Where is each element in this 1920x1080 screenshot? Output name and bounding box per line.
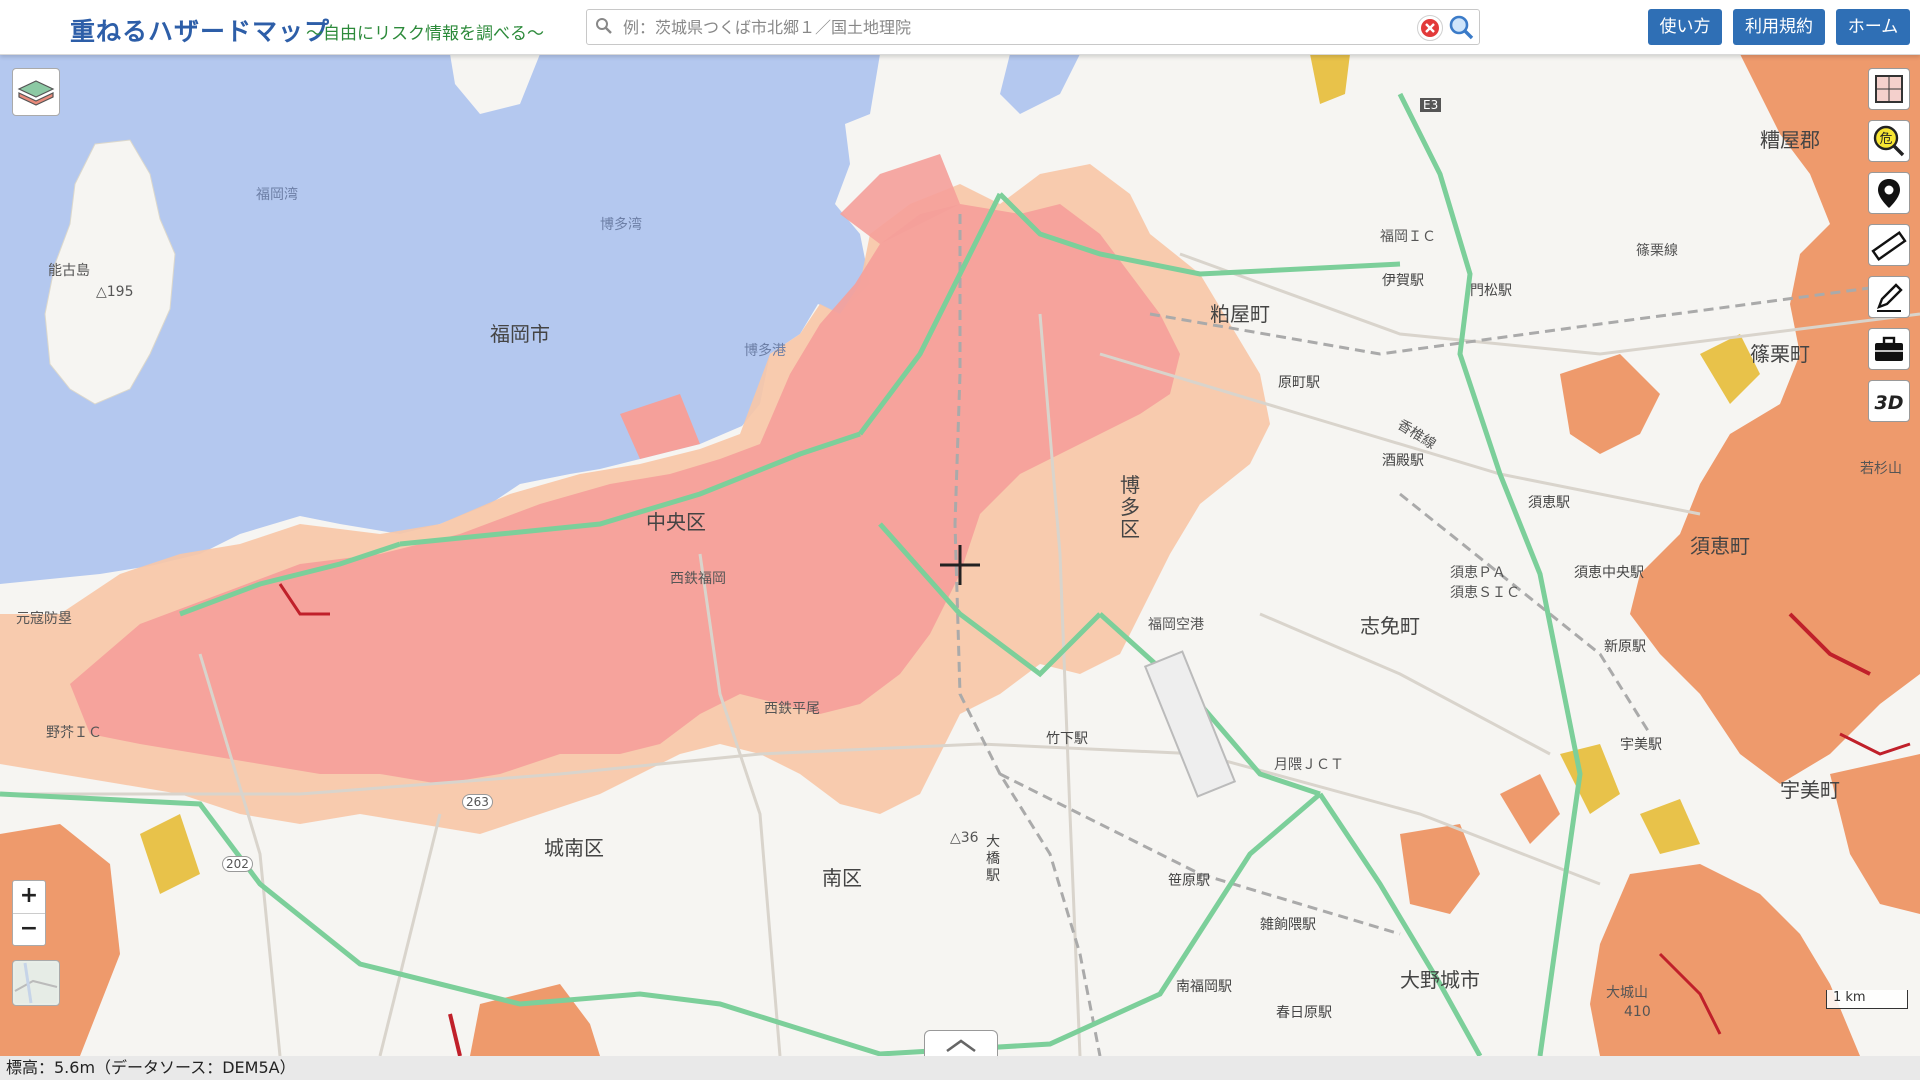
- map-label: 博多湾: [600, 217, 642, 233]
- pencil-icon: [1876, 283, 1903, 312]
- map-label: 中央区: [646, 510, 706, 534]
- map-label: 大城山: [1606, 985, 1648, 1001]
- map-label: 西鉄平尾: [764, 701, 820, 717]
- map-label: 福岡空港: [1148, 617, 1204, 633]
- map-label: 須恵中央駅: [1574, 565, 1644, 581]
- hazard-search-icon: 危: [1873, 125, 1905, 157]
- map-label: 博多区: [1120, 473, 1140, 541]
- map-graphics: [0, 54, 1920, 1056]
- map-label: 竹下駅: [1046, 731, 1088, 747]
- map-label: 須恵ＰＡ: [1450, 565, 1506, 581]
- chevron-up-icon: [946, 1039, 976, 1053]
- search-box: [586, 9, 1480, 45]
- search-icon: [595, 17, 613, 39]
- map-label: 福岡ＩＣ: [1380, 229, 1436, 245]
- map-label: 笹原駅: [1168, 873, 1210, 889]
- map-label: 伊賀駅: [1382, 273, 1424, 289]
- map-label: 月隈ＪＣＴ: [1274, 757, 1344, 773]
- map-label: 野芥ＩＣ: [46, 725, 102, 741]
- layers-icon: [17, 80, 55, 106]
- map-label: △36: [950, 830, 979, 846]
- basemap-toggle-button[interactable]: [12, 960, 60, 1006]
- svg-text:3D: 3D: [1875, 392, 1904, 414]
- map-canvas[interactable]: 福岡市 中央区 城南区 南区 博多区 粕屋町 志免町 篠栗町 大野城市 宇美町 …: [0, 54, 1920, 1056]
- map-thumbnail-icon: [14, 962, 58, 1004]
- map-tool-button[interactable]: [1868, 68, 1910, 110]
- search-icon: [1449, 15, 1474, 40]
- map-label: 新原駅: [1604, 639, 1646, 655]
- tools-button[interactable]: [1868, 328, 1910, 370]
- hazard-search-button[interactable]: 危: [1868, 120, 1910, 162]
- clear-search-button[interactable]: [1417, 15, 1443, 41]
- map-label: 門松駅: [1470, 283, 1512, 299]
- 3d-view-button[interactable]: 3D: [1868, 380, 1910, 422]
- home-button[interactable]: ホーム: [1836, 9, 1910, 45]
- map-label: 宇美町: [1780, 778, 1840, 802]
- map-label: 酒殿駅: [1382, 453, 1424, 469]
- map-label: 原町駅: [1278, 375, 1320, 391]
- map-label: 410: [1624, 1004, 1651, 1020]
- ruler-icon: [1871, 231, 1907, 261]
- map-label: 須恵駅: [1528, 495, 1570, 511]
- map-label: 春日原駅: [1276, 1005, 1332, 1021]
- route-shield: 263: [462, 794, 493, 810]
- 3d-icon: 3D: [1875, 392, 1904, 414]
- map-label: 能古島: [48, 263, 90, 279]
- map-label: 須恵町: [1690, 534, 1750, 558]
- elevation-status-bar: 標高：5.6m（データソース：DEM5A）: [0, 1056, 1920, 1080]
- terms-button[interactable]: 利用規約: [1733, 9, 1825, 45]
- measure-button[interactable]: [1868, 224, 1910, 266]
- layers-button[interactable]: [12, 68, 60, 116]
- zoom-in-button[interactable]: +: [13, 881, 45, 913]
- app-title[interactable]: 重ねるハザードマップ: [70, 12, 330, 48]
- app-header: 重ねるハザードマップ 〜自由にリスク情報を調べる〜 使い方 利用規約 ホーム: [0, 0, 1920, 55]
- map-label: 志免町: [1360, 614, 1420, 638]
- panel-expand-button[interactable]: [924, 1030, 998, 1059]
- map-label: 博多港: [744, 343, 786, 359]
- map-label: 南区: [822, 866, 862, 890]
- map-label: △195: [96, 284, 134, 300]
- zoom-control: + −: [12, 880, 46, 946]
- current-location-button[interactable]: [1868, 172, 1910, 214]
- map-label: 福岡湾: [256, 187, 298, 203]
- close-icon: [1421, 19, 1439, 37]
- route-shield: 202: [222, 856, 253, 872]
- map-label: 南福岡駅: [1176, 979, 1232, 995]
- draw-button[interactable]: [1868, 276, 1910, 318]
- map-label: 雑餉隈駅: [1260, 917, 1316, 933]
- map-label: 大橋駅: [986, 834, 1000, 884]
- help-button[interactable]: 使い方: [1648, 9, 1722, 45]
- map-label: 須恵ＳＩＣ: [1450, 585, 1520, 601]
- search-button[interactable]: [1447, 13, 1475, 41]
- map-label: 篠栗線: [1636, 243, 1678, 259]
- svg-text:危: 危: [1879, 132, 1892, 147]
- zoom-out-button[interactable]: −: [13, 913, 45, 946]
- map-label: 篠栗町: [1750, 342, 1810, 366]
- app-subtitle: 〜自由にリスク情報を調べる〜: [306, 24, 544, 44]
- map-label: 城南区: [544, 836, 604, 860]
- search-input[interactable]: [621, 12, 1405, 42]
- map-label: 大野城市: [1400, 968, 1480, 992]
- layer-map-icon: [1875, 75, 1903, 103]
- route-shield: E3: [1420, 98, 1442, 112]
- elevation-readout: 標高：5.6m（データソース：DEM5A）: [6, 1058, 296, 1077]
- map-label: 若杉山: [1860, 461, 1902, 477]
- map-label: 西鉄福岡: [670, 571, 726, 587]
- map-label: 宇美駅: [1620, 737, 1662, 753]
- map-label: 福岡市: [490, 322, 550, 346]
- map-label: 糟屋郡: [1760, 128, 1820, 152]
- map-label: 粕屋町: [1210, 302, 1270, 326]
- location-pin-icon: [1878, 179, 1900, 208]
- map-label: 元寇防塁: [16, 611, 72, 627]
- toolbox-icon: [1875, 336, 1903, 361]
- scale-bar: 1 km: [1826, 990, 1908, 1009]
